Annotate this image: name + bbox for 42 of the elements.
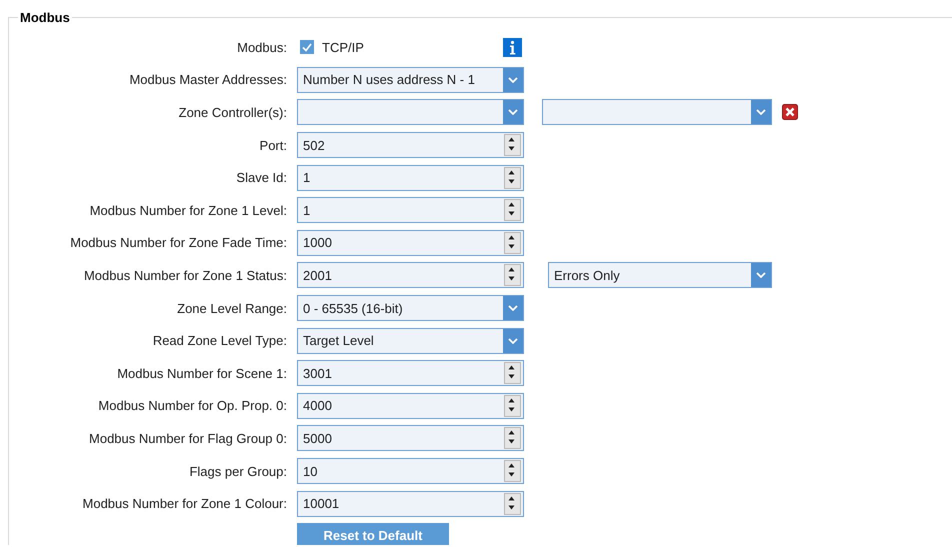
number-field[interactable]: 4000 — [297, 392, 524, 419]
dropdown[interactable]: Number N uses address N - 1 — [297, 66, 524, 93]
dropdown[interactable]: 0 - 65535 (16-bit) — [297, 295, 524, 322]
checkbox-label: TCP/IP — [322, 40, 364, 55]
field-label: Slave Id: — [235, 170, 287, 186]
field-label: Zone Controller(s): — [178, 104, 287, 120]
number-field[interactable]: 10 — [297, 458, 524, 484]
number-field[interactable]: 2001 — [297, 262, 524, 288]
field-label: Modbus: — [236, 40, 287, 55]
field-label: Modbus Number for Zone 1 Status: — [82, 268, 287, 283]
chevron-down-icon — [508, 109, 518, 116]
number-field[interactable]: 5000 — [297, 425, 524, 452]
field-label: Modbus Number for Zone 1 Level: — [88, 202, 287, 218]
group-title: Modbus — [19, 11, 71, 25]
field-label: Modbus Number for Flag Group 0: — [88, 430, 287, 446]
chevron-down-icon — [508, 305, 518, 312]
number-field[interactable]: 1 — [297, 197, 524, 224]
field-label: Modbus Number for Op. Prop. 0: — [97, 398, 287, 414]
field-label: Modbus Number for Scene 1: — [116, 366, 287, 381]
field-label: Modbus Number for Zone Fade Time: — [69, 235, 287, 250]
field-label: Read Zone Level Type: — [152, 333, 287, 348]
dropdown[interactable]: Errors Only — [548, 262, 772, 288]
number-field[interactable]: 502 — [297, 132, 524, 158]
field-label: Port: — [258, 138, 287, 153]
chevron-down-icon — [756, 109, 766, 116]
dropdown[interactable] — [297, 99, 524, 126]
remove-icon[interactable] — [782, 104, 798, 120]
number-field[interactable]: 1000 — [297, 230, 524, 256]
number-field[interactable]: 10001 — [297, 490, 524, 517]
chevron-down-icon — [756, 272, 766, 278]
field-label: Zone Level Range: — [176, 300, 287, 316]
number-field[interactable]: 3001 — [297, 360, 524, 386]
field-label: Modbus Master Addresses: — [128, 72, 287, 88]
field-label: Modbus Number for Zone 1 Colour: — [82, 496, 287, 512]
info-icon[interactable] — [503, 38, 522, 57]
chevron-down-icon — [508, 338, 518, 344]
number-field[interactable]: 1 — [297, 164, 524, 191]
field-label: Flags per Group: — [188, 464, 287, 479]
chevron-down-icon — [508, 76, 518, 83]
dropdown[interactable] — [542, 99, 772, 126]
dropdown[interactable]: Target Level — [297, 328, 524, 354]
checkbox[interactable] — [300, 40, 314, 54]
